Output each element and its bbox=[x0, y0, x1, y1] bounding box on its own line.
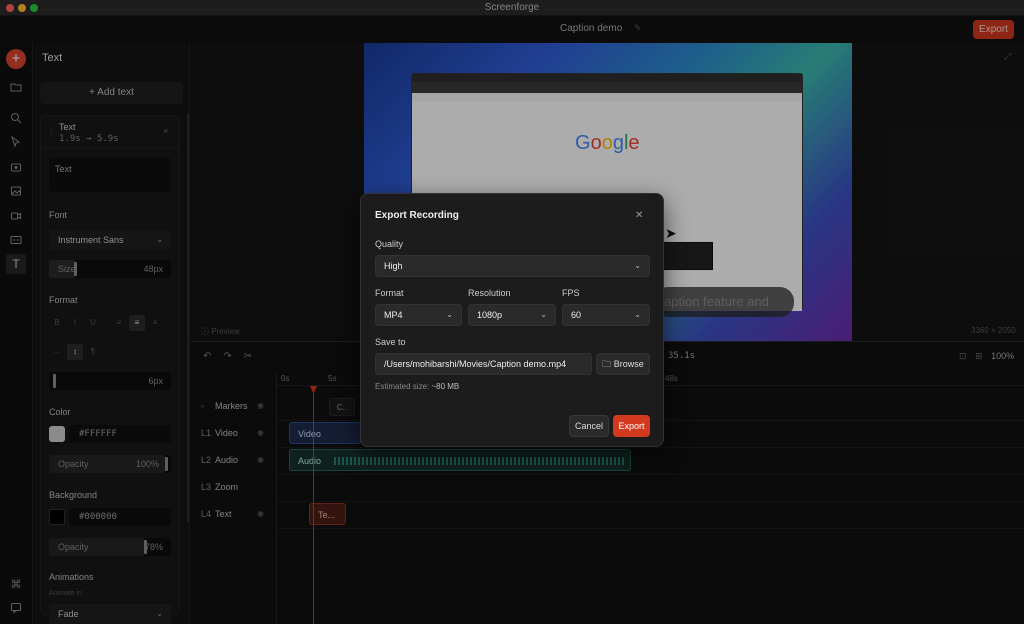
quality-value: High bbox=[384, 261, 403, 271]
save-path-input[interactable]: /Users/mohibarshi/Movies/Caption demo.mp… bbox=[375, 353, 592, 375]
resolution-label: Resolution bbox=[468, 288, 511, 298]
chevron-down-icon: ⌄ bbox=[446, 310, 453, 319]
export-confirm-button[interactable]: Export bbox=[613, 415, 650, 437]
export-dialog: Export Recording ✕ Quality High ⌄ Format… bbox=[360, 193, 664, 447]
cancel-button[interactable]: Cancel bbox=[569, 415, 609, 437]
fps-select[interactable]: 60 ⌄ bbox=[562, 304, 650, 326]
fps-value: 60 bbox=[571, 310, 582, 320]
chevron-down-icon: ⌄ bbox=[634, 310, 641, 319]
chevron-down-icon: ⌄ bbox=[634, 261, 641, 270]
close-icon[interactable]: ✕ bbox=[635, 210, 643, 221]
format-select[interactable]: MP4 ⌄ bbox=[375, 304, 462, 326]
estimated-size: Estimated size: ~80 MB bbox=[375, 382, 460, 391]
chevron-down-icon: ⌄ bbox=[540, 310, 547, 319]
save-to-label: Save to bbox=[375, 337, 406, 347]
dialog-title: Export Recording bbox=[375, 210, 459, 221]
folder-icon: 🗀 bbox=[602, 359, 612, 369]
browse-button[interactable]: 🗀 Browse bbox=[596, 353, 650, 375]
resolution-select[interactable]: 1080p ⌄ bbox=[468, 304, 556, 326]
fps-label: FPS bbox=[562, 288, 580, 298]
browse-label: Browse bbox=[613, 359, 644, 369]
format-value: MP4 bbox=[384, 310, 403, 320]
resolution-value: 1080p bbox=[477, 310, 503, 320]
quality-label: Quality bbox=[375, 239, 404, 249]
format-label: Format bbox=[375, 288, 404, 298]
quality-select[interactable]: High ⌄ bbox=[375, 255, 650, 277]
